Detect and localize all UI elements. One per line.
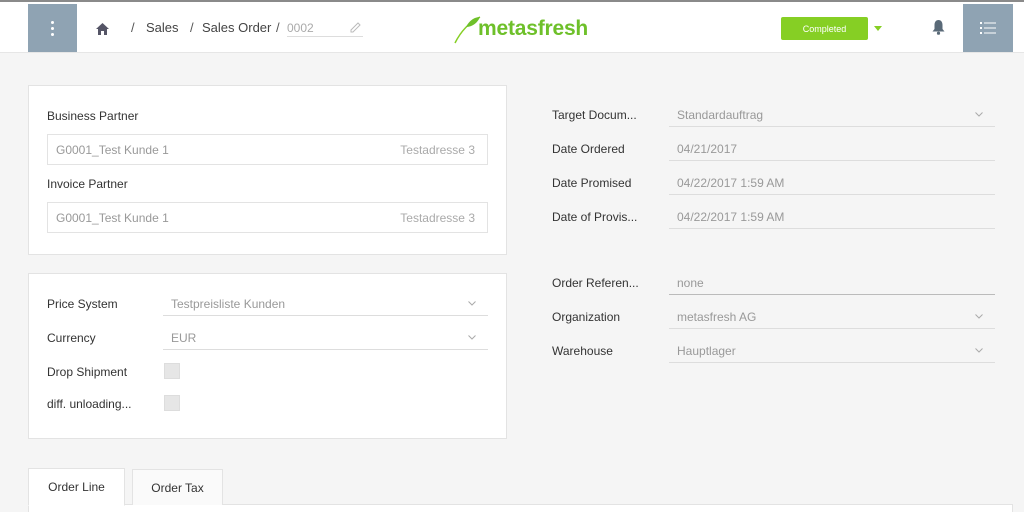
price-system-value: Testpreisliste Kunden xyxy=(171,297,286,311)
order-reference-value: none xyxy=(677,276,704,290)
date-provision-label: Date of Provis... xyxy=(552,210,638,224)
drop-shipment-checkbox[interactable] xyxy=(164,363,180,379)
price-system-select[interactable]: Testpreisliste Kunden xyxy=(163,292,488,316)
chevron-down-icon xyxy=(975,314,983,319)
document-status-button[interactable]: Completed xyxy=(781,17,868,40)
pencil-icon xyxy=(350,22,361,33)
tab-order-line[interactable]: Order Line xyxy=(28,468,125,506)
drop-shipment-label: Drop Shipment xyxy=(47,365,128,379)
currency-value: EUR xyxy=(171,331,197,345)
warehouse-select[interactable]: Hauptlager xyxy=(669,339,995,363)
target-doc-value: Standardauftrag xyxy=(677,108,764,122)
more-vert-icon xyxy=(51,20,54,36)
order-reference-label: Order Referen... xyxy=(552,276,639,290)
bell-icon[interactable] xyxy=(932,20,945,35)
list-icon xyxy=(980,22,996,34)
currency-select[interactable]: EUR xyxy=(163,326,488,350)
document-number: 0002 xyxy=(287,21,314,35)
invoice-partner-address: Testadresse 3 xyxy=(400,211,475,225)
tab-order-tax[interactable]: Order Tax xyxy=(132,469,223,505)
organization-label: Organization xyxy=(552,310,621,324)
app-header: / Sales / Sales Order / 0002 metasfresh … xyxy=(0,0,1024,53)
document-number-field[interactable]: 0002 xyxy=(287,21,363,37)
chevron-down-icon xyxy=(468,335,476,340)
currency-label: Currency xyxy=(47,331,96,345)
metasfresh-logo: metasfresh xyxy=(452,15,592,45)
date-promised-value: 04/22/2017 1:59 AM xyxy=(677,176,785,190)
chevron-down-icon xyxy=(975,112,983,117)
tab-content-area xyxy=(28,504,1013,512)
target-doc-label: Target Docum... xyxy=(552,108,637,122)
business-partner-field[interactable]: G0001_Test Kunde 1 Testadresse 3 xyxy=(47,134,488,165)
menu-button[interactable] xyxy=(28,4,77,52)
order-reference-input[interactable]: none xyxy=(669,271,995,295)
date-promised-label: Date Promised xyxy=(552,176,632,190)
chevron-down-icon xyxy=(975,348,983,353)
breadcrumb-separator: / xyxy=(276,20,280,35)
date-provision-value: 04/22/2017 1:59 AM xyxy=(677,210,785,224)
business-partner-label: Business Partner xyxy=(47,109,139,123)
breadcrumb-separator: / xyxy=(190,20,194,35)
business-partner-value: G0001_Test Kunde 1 xyxy=(56,143,169,157)
date-provision-field[interactable]: 04/22/2017 1:59 AM xyxy=(669,205,995,229)
pricing-panel: Price System Testpreisliste Kunden Curre… xyxy=(28,273,507,439)
date-ordered-field[interactable]: 04/21/2017 xyxy=(669,137,995,161)
target-doc-select[interactable]: Standardauftrag xyxy=(669,103,995,127)
invoice-partner-value: G0001_Test Kunde 1 xyxy=(56,211,169,225)
diff-unloading-checkbox[interactable] xyxy=(164,395,180,411)
invoice-partner-label: Invoice Partner xyxy=(47,177,128,191)
side-list-button[interactable] xyxy=(963,4,1013,52)
price-system-label: Price System xyxy=(47,297,118,311)
diff-unloading-label: diff. unloading... xyxy=(47,397,132,411)
partner-panel: Business Partner G0001_Test Kunde 1 Test… xyxy=(28,85,507,255)
date-promised-field[interactable]: 04/22/2017 1:59 AM xyxy=(669,171,995,195)
home-icon[interactable] xyxy=(96,23,109,35)
logo-text: metasfresh xyxy=(478,17,589,40)
chevron-down-icon xyxy=(468,301,476,306)
chevron-down-icon[interactable] xyxy=(874,26,882,31)
business-partner-address: Testadresse 3 xyxy=(400,143,475,157)
warehouse-label: Warehouse xyxy=(552,344,613,358)
date-ordered-label: Date Ordered xyxy=(552,142,625,156)
breadcrumb-sales-order[interactable]: Sales Order xyxy=(202,20,271,35)
organization-select[interactable]: metasfresh AG xyxy=(669,305,995,329)
date-ordered-value: 04/21/2017 xyxy=(677,142,738,156)
organization-value: metasfresh AG xyxy=(677,310,757,324)
breadcrumb-separator: / xyxy=(131,20,135,35)
breadcrumb-sales[interactable]: Sales xyxy=(146,20,179,35)
warehouse-value: Hauptlager xyxy=(677,344,736,358)
invoice-partner-field[interactable]: G0001_Test Kunde 1 Testadresse 3 xyxy=(47,202,488,233)
